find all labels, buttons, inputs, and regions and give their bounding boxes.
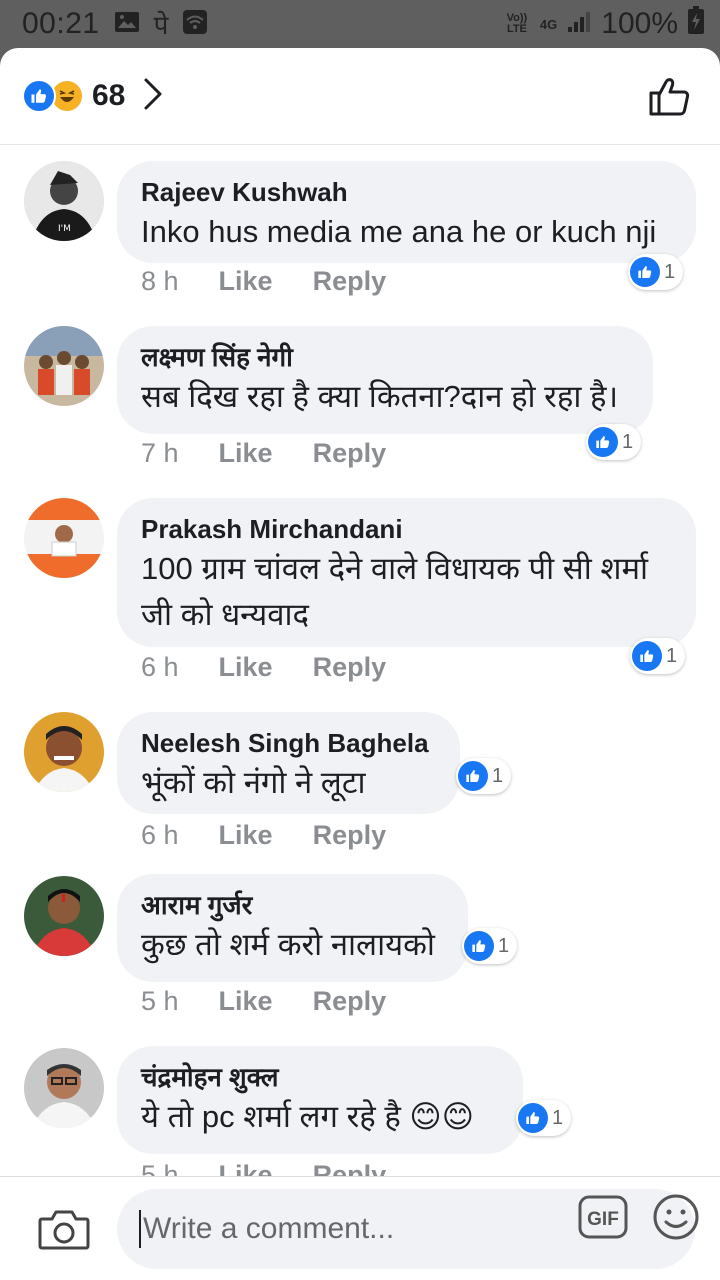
- avatar[interactable]: [24, 498, 104, 578]
- comment-text: 100 ग्राम चांवल देने वाले विधायक पी सी श…: [141, 551, 649, 632]
- comment-bubble[interactable]: Prakash Mirchandani 100 ग्राम चांवल देने…: [117, 498, 696, 647]
- reply-button[interactable]: Reply: [313, 652, 387, 683]
- comment-author[interactable]: आराम गुर्जर: [141, 888, 444, 922]
- gif-button[interactable]: GIF: [578, 1195, 628, 1244]
- svg-text:I'M: I'M: [58, 224, 71, 234]
- comment-text: कुछ तो शर्म करो नालायको: [141, 927, 435, 962]
- comment-actions: 5 h Like Reply: [141, 986, 386, 1017]
- comment-author[interactable]: Rajeev Kushwah: [141, 175, 672, 209]
- reaction-badge-count: 1: [552, 1106, 564, 1129]
- comment-bubble[interactable]: Rajeev Kushwah Inko hus media me ana he …: [117, 161, 696, 263]
- avatar[interactable]: [24, 1048, 104, 1128]
- comment-actions: 7 h Like Reply: [141, 438, 386, 469]
- signal-icon: [567, 7, 591, 41]
- paytm-icon: पे: [153, 10, 169, 40]
- comment-reaction-badge[interactable]: 1: [462, 928, 518, 964]
- emoji-icon[interactable]: [652, 1193, 700, 1246]
- like-reaction-icon: [22, 79, 56, 113]
- avatar[interactable]: I'M: [24, 161, 104, 241]
- comment-composer: GIF: [0, 1176, 720, 1280]
- comment-text: Inko hus media me ana he or kuch nji: [141, 214, 657, 249]
- like-reaction-icon: [464, 931, 494, 961]
- reply-button[interactable]: Reply: [313, 820, 387, 851]
- reaction-badge-count: 1: [664, 260, 676, 283]
- avatar[interactable]: [24, 712, 104, 792]
- comment-reaction-badge[interactable]: 1: [456, 758, 512, 794]
- reaction-badge-count: 1: [666, 644, 678, 667]
- camera-icon[interactable]: [38, 1207, 90, 1256]
- like-button[interactable]: Like: [219, 1160, 273, 1176]
- comment-time: 6 h: [141, 820, 179, 850]
- comment-text: सब दिख रहा है क्या कितना?दान हो रहा है।: [141, 379, 619, 414]
- comment-reaction-badge[interactable]: 1: [586, 424, 642, 460]
- comment-text: ये तो pc शर्मा लग रहे है 😊😊: [141, 1099, 475, 1134]
- battery-charging-icon: [688, 6, 704, 42]
- reaction-badge-count: 1: [498, 934, 510, 957]
- comment-input[interactable]: [143, 1212, 523, 1246]
- comments-sheet: 68 I'M Rajeev Kushwah Inko hus media me …: [0, 48, 720, 1280]
- reaction-badge-count: 1: [492, 764, 504, 787]
- comment-actions: 6 h Like Reply: [141, 652, 386, 683]
- comment-time: 5 h: [141, 986, 179, 1016]
- comment-author[interactable]: लक्ष्मण सिंह नेगी: [141, 340, 629, 374]
- reply-button[interactable]: Reply: [313, 266, 387, 297]
- reply-button[interactable]: Reply: [313, 438, 387, 469]
- comment-bubble[interactable]: आराम गुर्जर कुछ तो शर्म करो नालायको: [117, 874, 468, 982]
- comment-time: 6 h: [141, 652, 179, 682]
- like-button[interactable]: Like: [219, 438, 273, 469]
- like-button[interactable]: Like: [219, 266, 273, 297]
- thumbs-up-icon[interactable]: [648, 74, 692, 123]
- like-button[interactable]: Like: [219, 652, 273, 683]
- comment-actions: 6 h Like Reply: [141, 820, 386, 851]
- like-reaction-icon: [458, 761, 488, 791]
- volte-indicator: Vo)) LTE: [506, 12, 528, 35]
- like-button[interactable]: Like: [219, 986, 273, 1017]
- comment-time: 5 h: [141, 1160, 179, 1176]
- comment-author[interactable]: Neelesh Singh Baghela: [141, 726, 436, 760]
- comment-list[interactable]: I'M Rajeev Kushwah Inko hus media me ana…: [0, 146, 720, 1176]
- comment-reaction-badge[interactable]: 1: [630, 638, 686, 674]
- like-reaction-icon: [518, 1103, 548, 1133]
- comment-time: 7 h: [141, 438, 179, 468]
- gallery-icon: [114, 11, 140, 38]
- comment-time: 8 h: [141, 266, 179, 296]
- comment-actions: 5 h Like Reply: [141, 1160, 386, 1176]
- reaction-count: 68: [92, 79, 126, 112]
- comment-bubble[interactable]: लक्ष्मण सिंह नेगी सब दिख रहा है क्या कित…: [117, 326, 653, 434]
- comment-author[interactable]: Prakash Mirchandani: [141, 512, 672, 546]
- like-reaction-icon: [588, 427, 618, 457]
- comment-author[interactable]: चंद्रमोहन शुक्ल: [141, 1060, 499, 1094]
- network-type: 4G: [539, 16, 558, 32]
- reactions-header: 68: [0, 48, 720, 145]
- wifi-notification-icon: [182, 9, 208, 40]
- chevron-right-icon[interactable]: [143, 77, 163, 116]
- comment-bubble[interactable]: Neelesh Singh Baghela भूंकों को नंगो ने …: [117, 712, 460, 814]
- avatar[interactable]: [24, 326, 104, 406]
- like-reaction-icon: [632, 641, 662, 671]
- reply-button[interactable]: Reply: [313, 986, 387, 1017]
- avatar[interactable]: [24, 876, 104, 956]
- status-time: 00:21: [22, 7, 100, 40]
- like-reaction-icon: [630, 257, 660, 287]
- battery-percent: 100%: [601, 7, 678, 40]
- comment-actions: 8 h Like Reply: [141, 266, 386, 297]
- comment-bubble[interactable]: चंद्रमोहन शुक्ल ये तो pc शर्मा लग रहे है…: [117, 1046, 523, 1154]
- status-bar: 00:21 पे Vo)) LTE 4G 100%: [0, 0, 720, 48]
- gif-label: GIF: [587, 1209, 619, 1230]
- reaction-summary[interactable]: 68: [22, 77, 163, 116]
- comment-text: भूंकों को नंगो ने लूटा: [141, 765, 366, 800]
- reaction-badge-count: 1: [622, 430, 634, 453]
- like-button[interactable]: Like: [219, 820, 273, 851]
- comment-reaction-badge[interactable]: 1: [516, 1100, 572, 1136]
- comment-reaction-badge[interactable]: 1: [628, 254, 684, 290]
- reply-button[interactable]: Reply: [313, 1160, 387, 1176]
- text-caret: [139, 1210, 141, 1248]
